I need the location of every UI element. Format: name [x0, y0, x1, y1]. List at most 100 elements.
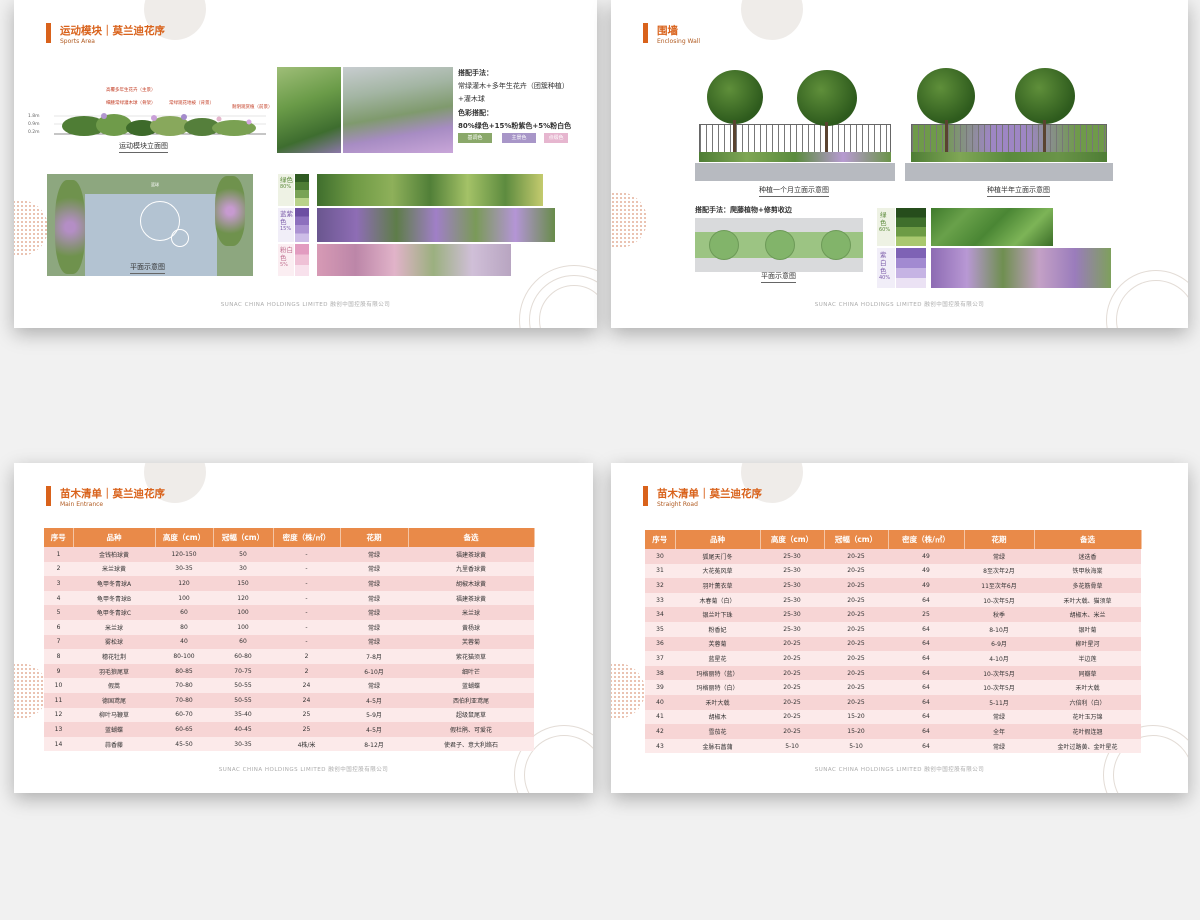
table-cell: 49 — [888, 578, 964, 593]
enclosing-wall-slide: 围墙 Enclosing Wall 种植一个月立面示意图 种植半年立面示意图 搭… — [611, 0, 1188, 328]
table-cell: 36 — [645, 636, 675, 652]
table-cell: 蓝星花 — [675, 651, 760, 666]
table-cell: 5-10 — [760, 738, 824, 754]
table-cell: 大花菟风草 — [675, 563, 760, 579]
table-cell: 全年 — [964, 724, 1034, 739]
table-cell: 常绿 — [340, 619, 408, 635]
palette-green-label: 绿色 — [280, 176, 293, 184]
table-cell: 20-25 — [824, 694, 888, 710]
plant-annotation: 高覆多年生花卉（主景） — [106, 88, 156, 93]
table-header-cell: 序号 — [44, 528, 74, 547]
table-cell: 福建茶球黄 — [408, 547, 534, 562]
table-cell: 49 — [888, 563, 964, 579]
table-cell: 25-30 — [760, 578, 824, 593]
table-cell: 禾叶大戟 — [1034, 680, 1141, 695]
page-title: 苗木清单｜莫兰迪花序 — [60, 488, 165, 500]
page-subtitle: Straight Road — [657, 501, 698, 508]
table-cell: 20-25 — [824, 680, 888, 695]
footer: SUNAC CHINA HOLDINGS LIMITED 融创中国控股有限公司 — [218, 767, 389, 773]
table-cell: 33 — [645, 592, 675, 608]
page-subtitle: Enclosing Wall — [657, 38, 701, 45]
table-header-cell: 品种 — [73, 528, 156, 547]
page-title: 苗木清单｜莫兰迪花序 — [657, 488, 762, 500]
palette-green: 绿色 60% — [877, 208, 895, 246]
palette-purple: 蓝紫色 15% — [278, 208, 294, 242]
shrub-row — [911, 152, 1107, 162]
table-cell: 秋季 — [964, 607, 1034, 622]
table-cell: 米兰球 — [73, 619, 155, 635]
footer: SUNAC CHINA HOLDINGS LIMITED 融创中国控股有限公司 — [814, 302, 985, 308]
table-cell: 11 — [44, 692, 73, 708]
table-row: 31 大花菟风草 25-30 20-25 49 8至次年2月 铁甲秋海棠 — [645, 563, 1141, 579]
table-cell: 14 — [44, 736, 73, 752]
table-row: 10 假蒿 70-80 50-55 24 常绿 蓝蝴蝶 — [44, 678, 534, 693]
pink-color-strip — [295, 244, 309, 276]
palette-purple-white: 紫白色 40% — [877, 248, 895, 288]
footer: SUNAC CHINA HOLDINGS LIMITED 融创中国控股有限公司 — [220, 302, 391, 308]
table-cell: 6-10月 — [340, 663, 408, 679]
palette-green-label: 绿色 — [880, 211, 887, 227]
tree-plan — [765, 230, 795, 260]
table-cell: 64 — [888, 709, 964, 725]
tree-trunk — [1043, 120, 1046, 154]
table-cell: 50-55 — [213, 678, 273, 693]
table-row: 36 芙蓉菊 20-25 20-25 64 6-9月 柳叶星河 — [645, 636, 1141, 652]
table-row: 33 木春菊（白） 25-30 20-25 64 10-次年5月 禾叶大戟、猫须草 — [645, 592, 1141, 608]
plant-annotation: 细腰常绿灌木球（骨架） — [106, 101, 156, 106]
table-cell: 花叶假连翘 — [1034, 724, 1141, 739]
table-cell: 20-25 — [824, 621, 888, 637]
table-cell: 60 — [213, 634, 273, 650]
table-row: 1 金钱柏球黄 120-150 50- 常绿 福建茶球黄 — [44, 547, 534, 562]
table-cell: 100 — [213, 619, 273, 635]
table-cell: 金钱柏球黄 — [73, 547, 155, 562]
table-cell: 金叶过路黄、金叶星花 — [1034, 738, 1141, 754]
table-header-cell: 备选 — [408, 528, 535, 547]
table-cell: 10 — [44, 678, 73, 693]
table-cell: 2 — [273, 663, 340, 679]
scale-mark: 0.2m — [28, 130, 40, 135]
table-cell: 30 — [645, 549, 675, 564]
plan-drawing — [695, 218, 863, 272]
plan-caption: 平面示意图 — [130, 262, 165, 274]
table-cell: 70-80 — [155, 678, 213, 693]
palette-pink: 粉白色 5% — [278, 244, 294, 276]
table-cell: 20-25 — [760, 709, 824, 725]
table-cell: 常绿 — [340, 634, 408, 650]
green-plants-photo-strip — [317, 174, 543, 206]
table-cell: 20-25 — [760, 724, 824, 739]
table-cell: 羽叶薰衣草 — [675, 578, 760, 593]
table-cell: 5 — [44, 605, 73, 620]
table-cell: 20-25 — [760, 694, 824, 710]
table-cell: 25-30 — [760, 621, 824, 637]
scale-mark: 0.9m — [28, 122, 40, 127]
table-header-cell: 花期 — [340, 528, 409, 547]
table-cell: 常绿 — [340, 561, 408, 577]
table-header-cell: 密度（株/㎡） — [273, 528, 341, 547]
table-cell: 35-40 — [213, 707, 273, 723]
palette-pink-pct: 5% — [280, 262, 288, 268]
table-header-row: 序号 品种 高度（cm） 冠幅（cm） 密度（株/㎡） 花期 备选 — [44, 528, 535, 547]
table-cell: 20-25 — [824, 578, 888, 593]
table-cell: 德国鸢尾 — [73, 692, 155, 708]
page-title: 围墙 — [657, 25, 678, 37]
table-cell: 64 — [888, 592, 964, 608]
table-cell: 米兰球黄 — [73, 561, 155, 577]
green-color-strip — [295, 174, 309, 206]
table-cell: 九里香球黄 — [408, 561, 534, 577]
table-cell: 60 — [155, 605, 213, 620]
purple-color-strip — [295, 208, 309, 242]
table-cell: 金脉石菖蒲 — [675, 738, 760, 754]
table-cell: 120 — [213, 590, 273, 606]
decorative-circle — [741, 0, 803, 40]
table-cell: 10-次年5月 — [964, 665, 1034, 681]
table-cell: 同瓣草 — [1034, 665, 1141, 681]
table-cell: 芙蓉菊 — [408, 634, 534, 650]
table-cell: 20-25 — [824, 651, 888, 666]
tag-accent-color: 点缀色 — [544, 133, 568, 143]
palette-purple-label: 紫白色 — [880, 251, 887, 275]
palette-pink-label: 粉白色 — [280, 246, 293, 262]
tag-main-color: 主景色 — [502, 133, 536, 143]
table-cell: 超级鼠尾草 — [408, 707, 534, 723]
table-cell: 70-80 — [155, 692, 213, 708]
table-cell: 4-5月 — [340, 722, 408, 737]
